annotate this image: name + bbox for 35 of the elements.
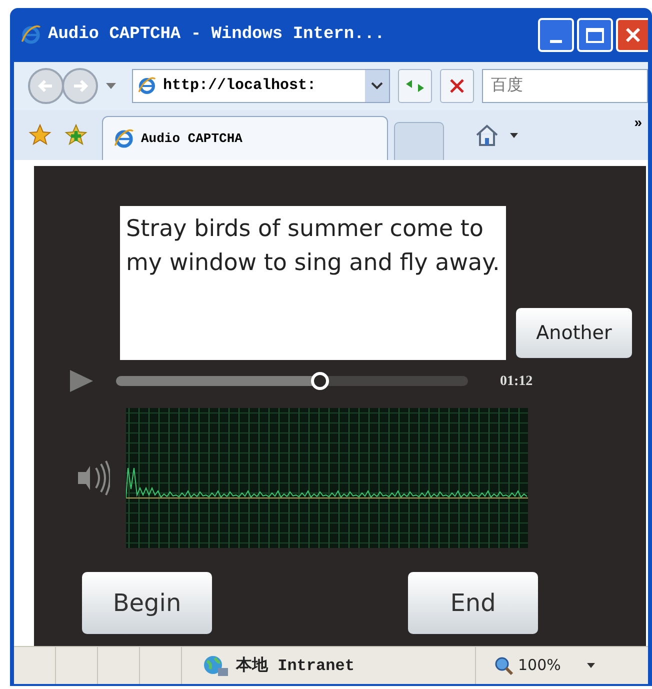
search-field[interactable]: 百度 <box>482 69 648 103</box>
refresh-arrows-icon <box>404 78 426 94</box>
another-button[interactable]: Another <box>516 308 632 358</box>
stop-button[interactable] <box>440 69 474 103</box>
forward-button[interactable] <box>62 68 98 104</box>
address-field[interactable]: http://localhost: <box>132 69 390 103</box>
time-display: 01:12 <box>500 372 533 390</box>
toolbar-overflow[interactable]: » <box>634 112 648 133</box>
browser-logo-icon <box>20 24 42 46</box>
home-dropdown-icon[interactable] <box>510 132 518 138</box>
security-zone: 本地 Intranet <box>236 656 354 676</box>
seek-thumb[interactable] <box>311 372 330 390</box>
browser-logo-icon <box>113 128 135 150</box>
zoom-level[interactable]: 100% <box>518 654 561 677</box>
stop-x-icon <box>449 78 465 94</box>
add-favorite-icon[interactable] <box>64 123 88 147</box>
close-icon <box>625 27 641 43</box>
close-button[interactable] <box>616 18 648 52</box>
favorites-star-icon[interactable] <box>28 123 52 147</box>
refresh-button[interactable] <box>398 69 432 103</box>
zoom-dropdown-icon[interactable] <box>586 663 595 668</box>
control-button[interactable]: Begin <box>82 572 212 634</box>
history-dropdown-icon[interactable] <box>106 83 116 89</box>
play-icon[interactable] <box>68 369 94 393</box>
captcha-text: Stray birds of summer come to my window to sing and fly away. <box>126 215 500 278</box>
zoom-magnifier-icon <box>494 656 514 676</box>
minimize-button[interactable] <box>538 18 574 52</box>
home-icon[interactable] <box>474 123 500 147</box>
browser-tab[interactable]: Audio CAPTCHA <box>102 116 388 160</box>
control-button[interactable]: End <box>408 572 538 634</box>
browser-logo-icon <box>137 76 157 96</box>
window-title: Audio CAPTCHA - Windows Intern... <box>48 24 385 46</box>
maximize-button[interactable] <box>577 18 613 52</box>
globe-icon <box>202 654 230 678</box>
back-button[interactable] <box>28 68 64 104</box>
